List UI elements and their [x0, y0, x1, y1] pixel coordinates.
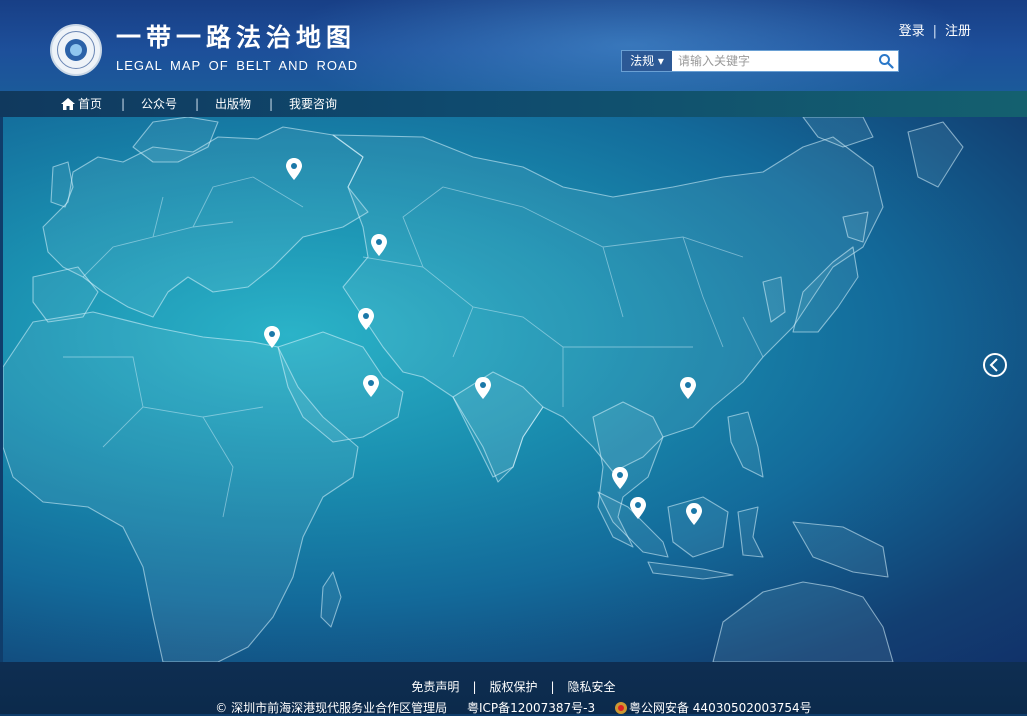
login-link[interactable]: 登录: [899, 24, 925, 39]
map-pin-icon[interactable]: [686, 503, 702, 525]
police-record-text: 粤公网安备 44030502003754号: [628, 701, 812, 715]
map-pin-icon[interactable]: [264, 326, 280, 348]
main-nav: 首页 | 公众号 | 出版物 | 我要咨询: [0, 91, 1027, 117]
map-pin-icon[interactable]: [358, 308, 374, 330]
auth-links: 登录 | 注册: [899, 20, 971, 39]
search-category-dropdown[interactable]: 法规 ▾: [622, 51, 672, 71]
nav-item-publications[interactable]: 出版物: [215, 91, 251, 117]
copyright-protection-link[interactable]: 版权保护: [489, 680, 537, 694]
nav-separator: |: [121, 97, 126, 111]
world-map[interactable]: [3, 117, 1027, 662]
nav-separator: |: [195, 97, 200, 111]
footer-links: 免责声明 | 版权保护 | 隐私安全: [0, 678, 1027, 695]
footer-separator: |: [550, 680, 555, 694]
search-input[interactable]: [678, 52, 874, 69]
chevron-left-icon: [989, 358, 998, 372]
site-subtitle: LEGAL MAP OF BELT AND ROAD: [116, 58, 359, 73]
site-logo[interactable]: [50, 24, 102, 76]
site-title: 一带一路法治地图: [116, 23, 357, 52]
nav-separator: |: [269, 97, 274, 111]
map-next-button[interactable]: [983, 353, 1007, 377]
map-pin-icon[interactable]: [475, 377, 491, 399]
nav-item-label: 首页: [78, 97, 103, 111]
auth-separator: |: [932, 24, 937, 39]
map-pin-icon[interactable]: [680, 377, 696, 399]
map-pin-icon[interactable]: [630, 497, 646, 519]
map-pin-icon[interactable]: [371, 234, 387, 256]
police-record[interactable]: 粤公网安备 44030502003754号: [614, 701, 812, 715]
header-glow: [280, 0, 980, 91]
logo-emblem: [65, 39, 87, 61]
disclaimer-link[interactable]: 免责声明: [411, 680, 459, 694]
nav-item-consult[interactable]: 我要咨询: [289, 91, 337, 117]
search-icon[interactable]: [878, 53, 894, 69]
nav-item-home[interactable]: 首页: [61, 91, 102, 117]
register-link[interactable]: 注册: [945, 24, 971, 39]
search-bar: 法规 ▾: [621, 50, 899, 72]
site-footer: 免责声明 | 版权保护 | 隐私安全 © 深圳市前海深港现代服务业合作区管理局 粤ICP…: [0, 662, 1027, 716]
icp-record[interactable]: 粤ICP备12007387号-3: [467, 701, 595, 715]
map-pin-icon[interactable]: [363, 375, 379, 397]
site-header: 一带一路法治地图 LEGAL MAP OF BELT AND ROAD 登录 | 注…: [0, 0, 1027, 91]
marker-layer: [264, 158, 702, 525]
police-badge-icon: [614, 702, 627, 714]
footer-copyright: © 深圳市前海深港现代服务业合作区管理局 粤ICP备12007387号-3 粤公…: [0, 699, 1027, 716]
home-icon: [61, 98, 75, 110]
nav-item-wechat[interactable]: 公众号: [141, 91, 177, 117]
map-pin-icon[interactable]: [612, 467, 628, 489]
footer-separator: |: [472, 680, 477, 694]
privacy-link[interactable]: 隐私安全: [568, 680, 616, 694]
map-pin-icon[interactable]: [286, 158, 302, 180]
copyright-text: © 深圳市前海深港现代服务业合作区管理局: [215, 701, 448, 715]
